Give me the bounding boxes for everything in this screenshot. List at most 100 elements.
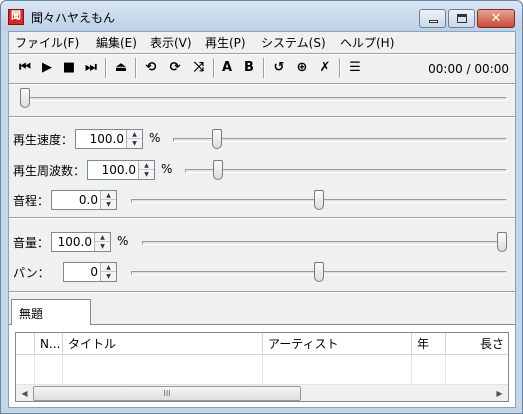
- toolbar-separator: [213, 58, 215, 78]
- pitch-value[interactable]: 0.0: [79, 193, 98, 207]
- close-button[interactable]: ✕: [477, 9, 515, 28]
- pitch-divider: [9, 217, 515, 219]
- volume-spinbox[interactable]: 100.0 ▲ ▼: [51, 232, 111, 252]
- pan-value[interactable]: 0: [90, 265, 98, 279]
- position-thumb[interactable]: [20, 88, 30, 108]
- stop-button[interactable]: ■: [59, 57, 79, 79]
- speed-spinbox[interactable]: 100.0 ▲ ▼: [75, 129, 143, 149]
- column-header-title[interactable]: タイトル: [63, 333, 263, 355]
- menu-file[interactable]: ファイル(F): [15, 34, 79, 51]
- pitch-thumb[interactable]: [314, 190, 324, 210]
- toolbar: ⏮ ▶ ■ ⏭ ⏏ ⟲ ⟳ ⤨ A B ↺ ⊕ ✗ ☰ 00:00 / 00:0…: [9, 54, 515, 82]
- column-divider: [411, 355, 412, 384]
- menu-help[interactable]: ヘルプ(H): [340, 34, 394, 51]
- column-header-artist[interactable]: アーティスト: [263, 333, 412, 355]
- toolbar-separator: [135, 58, 137, 78]
- scroll-thumb[interactable]: III: [33, 386, 301, 401]
- volume-label: 音量：: [13, 236, 50, 250]
- frequency-track: [185, 169, 507, 173]
- speed-value[interactable]: 100.0: [90, 132, 124, 146]
- pitch-up-arrow-icon[interactable]: ▲: [101, 191, 116, 200]
- ab-loop-b-button[interactable]: B: [239, 57, 259, 79]
- add-marker-button[interactable]: ⊕: [292, 57, 312, 79]
- frequency-thumb[interactable]: [213, 160, 223, 180]
- speed-up-arrow-icon[interactable]: ▲: [127, 130, 142, 139]
- menu-view[interactable]: 表示(V): [150, 34, 192, 51]
- playlist-tab-label: 無題: [19, 307, 44, 321]
- position-divider: [9, 116, 515, 118]
- volume-thumb[interactable]: [497, 232, 507, 252]
- pan-slider[interactable]: [131, 262, 507, 282]
- maximize-button[interactable]: [448, 9, 475, 28]
- pan-spinbox[interactable]: 0 ▲ ▼: [63, 262, 117, 282]
- pan-divider: [9, 291, 515, 293]
- speed-down-arrow-icon[interactable]: ▼: [127, 139, 142, 148]
- playlist-toggle-button[interactable]: ☰: [345, 57, 365, 79]
- speed-track: [173, 138, 507, 142]
- position-slider[interactable]: [20, 88, 507, 108]
- column-header-year[interactable]: 年: [412, 333, 446, 355]
- next-button[interactable]: ⏭: [81, 57, 101, 79]
- column-divider: [62, 355, 63, 384]
- pitch-down-arrow-icon[interactable]: ▼: [101, 200, 116, 209]
- speed-thumb[interactable]: [212, 129, 222, 149]
- time-display: 00:00 / 00:00: [428, 62, 509, 76]
- column-divider: [262, 355, 263, 384]
- column-header-checkbox[interactable]: [16, 333, 35, 355]
- random-button[interactable]: ⤨: [189, 57, 209, 79]
- playlist-tab[interactable]: 無題: [11, 299, 91, 325]
- minimize-button[interactable]: [419, 9, 446, 28]
- menu-play[interactable]: 再生(P): [205, 34, 246, 51]
- frequency-slider[interactable]: [185, 160, 507, 180]
- play-button[interactable]: ▶: [37, 57, 57, 79]
- ab-loop-a-button[interactable]: A: [217, 57, 237, 79]
- playlist-list[interactable]: N... タイトル アーティスト 年 長さ ◀ III ▶: [15, 332, 509, 402]
- volume-slider[interactable]: [142, 232, 507, 252]
- window-title: 聞々ハヤえもん: [31, 11, 116, 25]
- repeat-all-button[interactable]: ⟳: [165, 57, 185, 79]
- pan-label: パン：: [13, 266, 50, 280]
- column-divider: [34, 355, 35, 384]
- speed-label: 再生速度：: [13, 133, 74, 147]
- frequency-down-arrow-icon[interactable]: ▼: [139, 170, 154, 179]
- column-header-length[interactable]: 長さ: [446, 333, 508, 355]
- volume-unit: %: [117, 234, 129, 248]
- menu-system[interactable]: システム(S): [261, 34, 326, 51]
- frequency-value[interactable]: 100.0: [102, 163, 136, 177]
- pitch-label: 音程：: [13, 194, 50, 208]
- menu-edit[interactable]: 編集(E): [96, 34, 137, 51]
- pitch-slider[interactable]: [131, 190, 507, 210]
- toolbar-separator: [263, 58, 265, 78]
- frequency-up-arrow-icon[interactable]: ▲: [139, 161, 154, 170]
- app-icon: 聞: [8, 9, 24, 25]
- volume-up-arrow-icon[interactable]: ▲: [95, 233, 110, 242]
- pitch-spinbox[interactable]: 0.0 ▲ ▼: [51, 190, 117, 210]
- close-icon: ✕: [490, 11, 502, 26]
- pan-up-arrow-icon[interactable]: ▲: [101, 263, 116, 272]
- list-header: N... タイトル アーティスト 年 長さ: [16, 333, 508, 355]
- repeat-one-button[interactable]: ⟲: [141, 57, 161, 79]
- title-bar[interactable]: 聞 聞々ハヤえもん ✕: [1, 1, 522, 31]
- horizontal-scrollbar[interactable]: ◀ III ▶: [16, 384, 508, 401]
- pan-thumb[interactable]: [314, 262, 324, 282]
- position-track: [20, 97, 507, 101]
- column-divider: [445, 355, 446, 384]
- app-window: 聞 聞々ハヤえもん ✕ ファイル(F) 編集(E) 表示(V) 再生(P) シス…: [0, 0, 523, 414]
- eject-button[interactable]: ⏏: [111, 57, 131, 79]
- speed-slider[interactable]: [173, 129, 507, 149]
- minimize-icon: [429, 20, 438, 23]
- frequency-label: 再生周波数：: [13, 164, 86, 178]
- volume-track: [142, 241, 507, 245]
- marker-loop-button[interactable]: ↺: [269, 57, 289, 79]
- toolbar-divider: [9, 83, 515, 85]
- volume-value[interactable]: 100.0: [58, 235, 92, 249]
- column-header-number[interactable]: N...: [35, 333, 63, 355]
- delete-marker-button[interactable]: ✗: [315, 57, 335, 79]
- toolbar-separator: [339, 58, 341, 78]
- previous-button[interactable]: ⏮: [15, 57, 35, 79]
- scroll-right-icon[interactable]: ▶: [491, 385, 508, 402]
- scroll-left-icon[interactable]: ◀: [16, 385, 33, 402]
- volume-down-arrow-icon[interactable]: ▼: [95, 242, 110, 251]
- frequency-spinbox[interactable]: 100.0 ▲ ▼: [87, 160, 155, 180]
- pan-down-arrow-icon[interactable]: ▼: [101, 272, 116, 281]
